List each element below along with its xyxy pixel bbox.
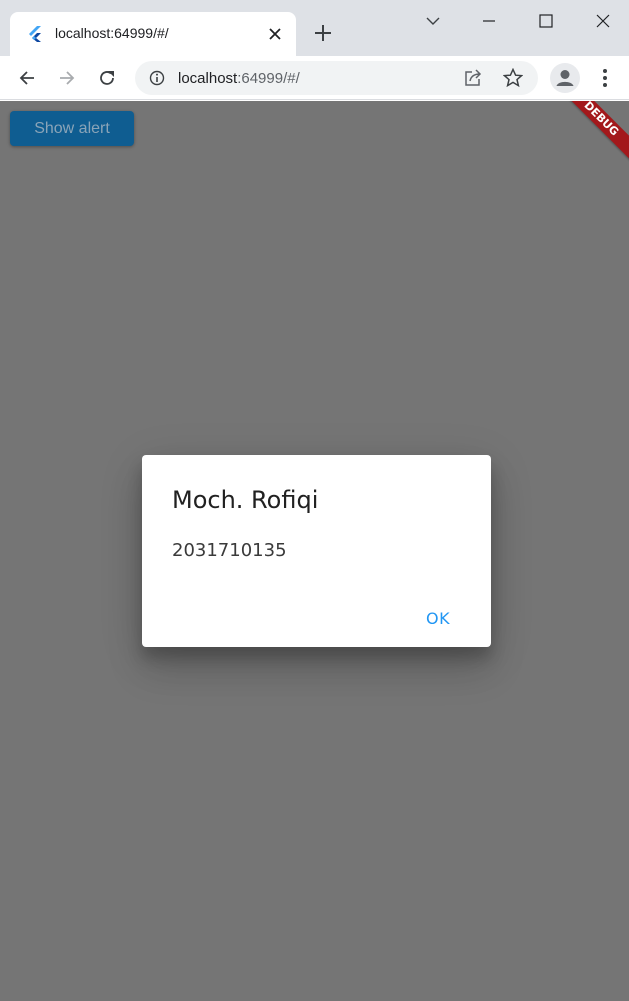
close-tab-icon[interactable] xyxy=(266,25,284,43)
reload-icon[interactable] xyxy=(92,63,122,93)
address-bar[interactable]: localhost:64999/#/ xyxy=(135,61,538,95)
site-info-icon[interactable] xyxy=(149,70,165,86)
tab-strip: localhost:64999/#/ xyxy=(0,0,629,56)
dialog-content: 2031710135 xyxy=(172,540,287,561)
url-text[interactable]: localhost:64999/#/ xyxy=(178,70,300,87)
close-window-icon[interactable] xyxy=(588,6,618,36)
share-icon[interactable] xyxy=(463,68,483,88)
url-host: localhost xyxy=(178,70,238,87)
browser-toolbar: localhost:64999/#/ xyxy=(0,56,629,100)
ok-button[interactable]: OK xyxy=(426,609,450,628)
maximize-icon[interactable] xyxy=(531,6,561,36)
tab-search-chevron-down-icon[interactable] xyxy=(418,6,448,36)
show-alert-button[interactable]: Show alert xyxy=(10,111,134,146)
back-arrow-icon[interactable] xyxy=(12,63,42,93)
alert-dialog: Moch. Rofiqi 2031710135 OK xyxy=(142,455,491,647)
more-menu-icon[interactable] xyxy=(590,63,620,93)
minimize-icon[interactable] xyxy=(474,6,504,36)
forward-arrow-icon[interactable] xyxy=(52,63,82,93)
new-tab-icon[interactable] xyxy=(311,21,335,45)
url-path: :64999/#/ xyxy=(237,70,300,87)
dialog-title: Moch. Rofiqi xyxy=(172,486,319,514)
tab-title: localhost:64999/#/ xyxy=(55,25,169,41)
profile-avatar-icon[interactable] xyxy=(550,63,580,93)
flutter-icon xyxy=(28,26,42,42)
debug-banner: DEBUG xyxy=(552,101,629,168)
app-viewport: Show alert DEBUG Moch. Rofiqi 2031710135… xyxy=(0,101,629,1001)
bookmark-star-icon[interactable] xyxy=(502,67,524,88)
browser-tab[interactable]: localhost:64999/#/ xyxy=(10,12,296,56)
